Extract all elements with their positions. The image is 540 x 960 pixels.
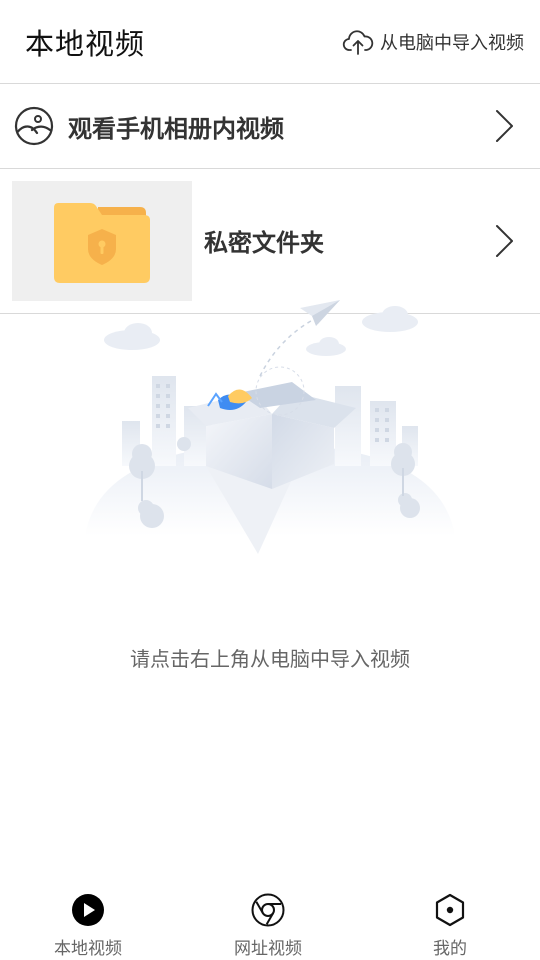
chevron-right-icon <box>496 110 513 142</box>
bottom-navigation: 本地视频 网址视频 我的 <box>0 880 540 960</box>
nav-url-videos[interactable]: 网址视频 <box>234 892 302 959</box>
album-videos-row[interactable]: 观看手机相册内视频 <box>0 84 540 169</box>
import-label: 从电脑中导入视频 <box>380 32 524 54</box>
nav-label-url-videos: 网址视频 <box>234 939 302 959</box>
empty-state-hint: 请点击右上角从电脑中导入视频 <box>130 647 410 671</box>
chevron-right-icon <box>496 225 513 257</box>
play-circle-icon <box>72 894 104 926</box>
import-from-computer-button[interactable]: 从电脑中导入视频 <box>342 26 524 58</box>
nav-label-local-videos: 本地视频 <box>54 939 122 959</box>
folder-thumbnail <box>12 181 192 301</box>
nav-mine[interactable]: 我的 <box>432 892 468 959</box>
cloud-upload-icon <box>342 29 374 55</box>
empty-box-illustration <box>85 300 455 554</box>
app-root: 本地视频 从电脑中导入视频 观看手机相册内视频 私密文件夹 请点击右上角从电脑中… <box>0 0 540 960</box>
nav-label-mine: 我的 <box>433 939 467 959</box>
nav-local-videos[interactable]: 本地视频 <box>54 892 122 959</box>
private-folder-label: 私密文件夹 <box>204 229 324 257</box>
hexagon-icon <box>435 893 465 927</box>
private-folder-row[interactable]: 私密文件夹 <box>0 169 540 314</box>
header: 本地视频 从电脑中导入视频 <box>0 0 540 84</box>
album-videos-label: 观看手机相册内视频 <box>68 114 284 143</box>
gallery-icon <box>14 106 54 146</box>
page-title: 本地视频 <box>25 26 146 61</box>
browser-icon <box>251 893 285 927</box>
lock-folder-icon <box>54 203 150 283</box>
